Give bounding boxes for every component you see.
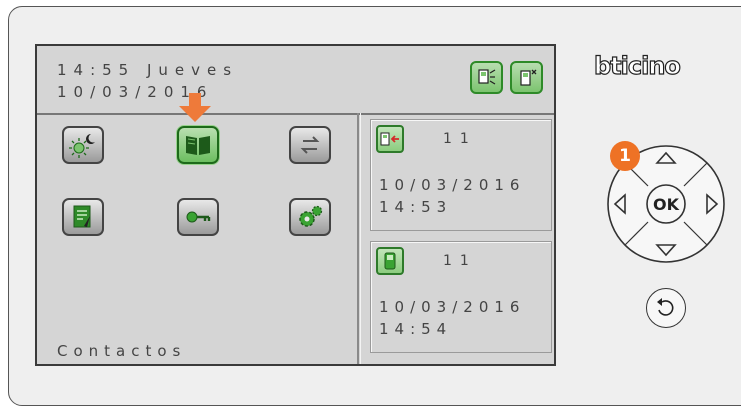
- key-icon[interactable]: [177, 198, 219, 236]
- selection-arrow-icon: [179, 93, 211, 122]
- day-night-icon[interactable]: [62, 126, 104, 164]
- back-button[interactable]: [646, 288, 686, 328]
- settings-gears-icon[interactable]: [289, 198, 331, 236]
- intercom-unit-icon: [376, 247, 404, 275]
- event-time: 14:54: [379, 320, 453, 338]
- back-icon: [657, 298, 674, 316]
- event-number: 11: [443, 131, 477, 147]
- event-card[interactable]: 11 10/03/2016 14:53: [370, 119, 552, 231]
- event-date: 10/03/2016: [379, 176, 526, 194]
- event-number: 11: [443, 253, 477, 269]
- panel-divider: [357, 113, 359, 364]
- time-day-label: 14:55 Jueves: [57, 61, 239, 79]
- step-callout-badge: 1: [610, 141, 640, 171]
- transfer-arrows-icon[interactable]: [289, 126, 331, 164]
- header-divider: [37, 113, 554, 115]
- intercom-device-config-icon[interactable]: [510, 61, 543, 94]
- intercom-config-icon[interactable]: [470, 61, 503, 94]
- section-label: Contactos: [57, 342, 187, 360]
- brand-logo: bticino: [593, 51, 681, 80]
- display-screen: 14:55 Jueves 10/03/2016 Contactos 11 10/…: [35, 44, 556, 366]
- document-icon[interactable]: [62, 198, 104, 236]
- contacts-book-icon[interactable]: [177, 126, 219, 164]
- event-date: 10/03/2016: [379, 298, 526, 316]
- ok-button[interactable]: OK: [653, 195, 680, 214]
- event-time: 14:53: [379, 198, 453, 216]
- event-card[interactable]: 11 10/03/2016 14:54: [370, 241, 552, 353]
- missed-call-icon: [376, 125, 404, 153]
